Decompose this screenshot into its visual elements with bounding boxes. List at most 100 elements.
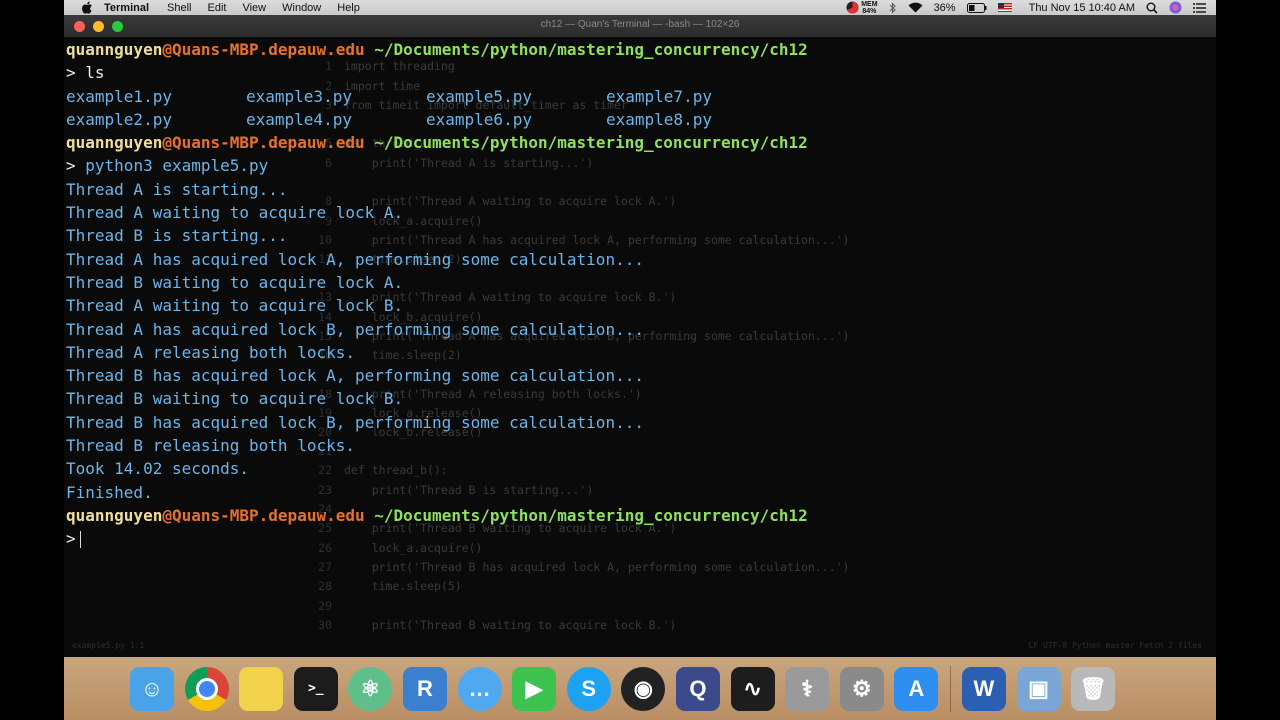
facetime-dock-icon[interactable]: ▶ xyxy=(512,666,557,711)
terminal-window[interactable]: ch12 — Quan's Terminal — -bash — 102×26 … xyxy=(64,15,1216,657)
wifi-icon[interactable] xyxy=(908,2,923,13)
output-line: Thread A has acquired lock A, performing… xyxy=(66,249,644,269)
activity-monitor-dock-icon[interactable]: ∿ xyxy=(730,666,775,711)
app-store-glyph: A xyxy=(908,675,925,701)
chrome-center-icon xyxy=(195,677,218,700)
messages-dock-icon[interactable]: … xyxy=(457,666,502,711)
output-line: Thread B waiting to acquire lock A. xyxy=(66,272,404,292)
memory-label: MEM xyxy=(861,0,878,8)
activity-monitor-glyph: ∿ xyxy=(743,675,762,701)
facetime-glyph: ▶ xyxy=(525,675,543,701)
prompt-marker: > xyxy=(66,63,76,83)
ghost-code-line: 28 time.sleep(5) xyxy=(304,579,462,593)
menu-edit[interactable]: Edit xyxy=(208,2,227,14)
prompt-user: quannguyen xyxy=(66,40,163,59)
stickies-dock-icon[interactable] xyxy=(239,666,284,711)
finder-dock-icon[interactable]: ☺ xyxy=(130,666,174,711)
prompt-user: quannguyen xyxy=(66,133,163,153)
preview-glyph: ▣ xyxy=(1028,675,1049,701)
prompt-host: @Quans-MBP.depauw.edu xyxy=(162,505,365,525)
app-store-dock-icon[interactable]: A xyxy=(894,666,939,711)
output-line: Thread A releasing both locks. xyxy=(66,342,355,362)
file-entry: example1.py xyxy=(66,86,172,106)
file-entry: example7.py xyxy=(606,86,712,106)
ghost-code-text: print('Thread B has acquired lock A, per… xyxy=(344,560,850,574)
output-line: Thread B releasing both locks. xyxy=(66,436,355,456)
battery-percent: 36% xyxy=(933,1,956,14)
output-line: Thread B is starting... xyxy=(66,226,288,246)
skype-dock-icon[interactable]: S xyxy=(566,666,611,711)
ghost-code-line: 29 xyxy=(304,599,344,613)
ghost-status-right: LF UTF-8 Python master Fetch 2 files xyxy=(1028,641,1202,650)
current-input-line[interactable]: > xyxy=(66,527,1211,550)
file-entry: example8.py xyxy=(606,109,712,129)
quicktime-dock-icon[interactable]: Q xyxy=(675,666,720,711)
output-line: Thread A waiting to acquire lock A. xyxy=(66,203,404,223)
output-line: Thread A has acquired lock B, performing… xyxy=(66,319,644,339)
r-dock-icon[interactable]: R xyxy=(402,666,447,711)
prompt-line: quannguyen@Quans-MBP.depauw.edu ~/Docume… xyxy=(66,504,1211,527)
system-preferences-dock-icon[interactable]: ⚙ xyxy=(839,666,884,711)
ghost-line-number: 30 xyxy=(318,618,332,632)
atom-dock-icon[interactable]: ⚛ xyxy=(348,666,393,711)
output-line: Finished. xyxy=(66,482,153,502)
messages-glyph: … xyxy=(468,675,491,701)
prompt-host: @Quans-MBP.depauw.edu xyxy=(162,40,365,59)
output-line: Thread A waiting to acquire lock B. xyxy=(66,296,404,316)
prompt-user: quannguyen xyxy=(66,505,163,525)
ghost-line-number: 28 xyxy=(318,579,332,593)
ghost-line-number: 27 xyxy=(318,560,332,574)
terminal-output[interactable]: quannguyen@Quans-MBP.depauw.edu ~/Docume… xyxy=(66,38,1211,551)
memory-value: 84% xyxy=(862,7,877,15)
prompt-path: ~/Documents/python/mastering_concurrency… xyxy=(364,40,808,59)
file-entry: example4.py xyxy=(246,109,352,129)
trash-glyph: 🗑 xyxy=(1079,675,1108,701)
notification-center-icon[interactable] xyxy=(1193,2,1206,13)
prompt-line: quannguyen@Quans-MBP.depauw.edu ~/Docume… xyxy=(66,38,1211,61)
bluetooth-icon[interactable] xyxy=(889,1,897,14)
command-line: > ls xyxy=(66,61,1211,84)
window-title: ch12 — Quan's Terminal — -bash — 102×26 xyxy=(540,19,740,30)
obs-dock-icon[interactable]: ◉ xyxy=(621,666,666,711)
atom-glyph: ⚛ xyxy=(360,675,381,701)
file-entry: example5.py xyxy=(426,86,532,106)
command-line: > python3 example5.py xyxy=(66,154,1211,177)
word-dock-icon[interactable]: W xyxy=(961,666,1006,711)
output-line: Thread A is starting... xyxy=(66,179,288,199)
apple-menu-icon[interactable] xyxy=(80,1,94,15)
spotlight-search-icon[interactable] xyxy=(1146,2,1158,14)
input-source-flag-icon[interactable] xyxy=(997,3,1012,12)
menu-window[interactable]: Window xyxy=(282,2,321,14)
chrome-dock-icon[interactable] xyxy=(184,666,229,711)
preview-dock-icon[interactable]: ▣ xyxy=(1016,666,1061,711)
menu-app-name[interactable]: Terminal xyxy=(104,2,149,14)
prompt-marker: > xyxy=(66,529,76,549)
battery-icon[interactable] xyxy=(966,2,987,13)
r-glyph: R xyxy=(417,675,433,701)
quicktime-glyph: Q xyxy=(689,675,707,701)
file-entry: example6.py xyxy=(426,109,532,129)
prompt-path: ~/Documents/python/mastering_concurrency… xyxy=(364,133,808,153)
menu-view[interactable]: View xyxy=(242,2,266,14)
siri-icon[interactable] xyxy=(1169,1,1182,14)
ghost-code-line: 30 print('Thread B waiting to acquire lo… xyxy=(304,618,676,632)
memory-monitor-icon[interactable]: MEM 84% xyxy=(846,0,878,15)
command-text: python3 example5.py xyxy=(75,156,269,176)
file-list-row: example1.py example3.py example5.py example… xyxy=(66,85,1211,108)
window-titlebar[interactable]: ch12 — Quan's Terminal — -bash — 102×26 xyxy=(64,15,1216,37)
file-entry: example2.py xyxy=(66,109,172,129)
menubar-clock[interactable]: Thu Nov 15 10:40 AM xyxy=(1029,2,1135,14)
menu-help[interactable]: Help xyxy=(337,2,360,14)
menu-shell[interactable]: Shell xyxy=(167,2,191,14)
ghost-code-text: time.sleep(5) xyxy=(344,579,462,593)
command-text: ls xyxy=(75,63,105,83)
trash-dock-icon[interactable]: 🗑 xyxy=(1071,666,1116,711)
disk-utility-dock-icon[interactable]: ⚕ xyxy=(785,666,830,711)
prompt-host: @Quans-MBP.depauw.edu xyxy=(162,133,365,153)
terminal-dock-icon[interactable]: >_ xyxy=(293,666,338,711)
ghost-editor-statusbar: example5.py 1:1 LF UTF-8 Python master F… xyxy=(64,641,1216,653)
system-preferences-glyph: ⚙ xyxy=(851,675,872,701)
ghost-line-number: 29 xyxy=(318,599,332,613)
menu-bar: Terminal Shell Edit View Window Help MEM… xyxy=(64,0,1216,15)
program-output: Thread A is starting... Thread A waiting … xyxy=(66,178,1211,504)
